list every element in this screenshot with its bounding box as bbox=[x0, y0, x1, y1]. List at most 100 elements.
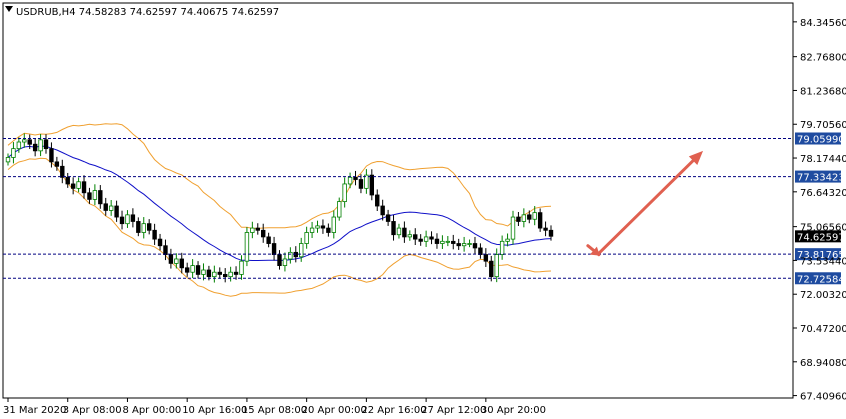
candle-body bbox=[119, 216, 125, 225]
up-arrow-shaft bbox=[598, 159, 695, 254]
candle-body bbox=[27, 139, 32, 145]
candle-body bbox=[489, 260, 494, 278]
candle bbox=[65, 172, 70, 188]
candle-body bbox=[244, 232, 250, 262]
candle-body bbox=[22, 139, 27, 143]
candle-body bbox=[87, 192, 92, 200]
candle-body bbox=[108, 205, 114, 211]
time-tick-label: 30 Apr 20:00 bbox=[481, 405, 546, 416]
candle bbox=[516, 211, 521, 227]
candle-body bbox=[364, 174, 369, 189]
candle-body bbox=[141, 223, 146, 233]
candle bbox=[179, 252, 184, 274]
candle-body bbox=[179, 258, 184, 269]
price-tick-label: 84.34560 bbox=[800, 18, 846, 29]
candle-body bbox=[103, 203, 108, 211]
candle-body bbox=[418, 238, 423, 242]
candle bbox=[407, 230, 413, 241]
candle bbox=[222, 268, 228, 283]
price-tick-label: 68.94080 bbox=[800, 358, 846, 369]
candle-body bbox=[65, 176, 70, 185]
candle-body bbox=[543, 227, 548, 231]
candle-body bbox=[174, 258, 179, 264]
candle bbox=[125, 210, 130, 228]
candle bbox=[304, 226, 309, 249]
candle-body bbox=[483, 254, 489, 262]
candle bbox=[445, 236, 451, 247]
candle-body bbox=[261, 229, 266, 238]
candle bbox=[353, 170, 358, 186]
candle bbox=[184, 262, 190, 277]
candle-body bbox=[369, 174, 375, 196]
candle bbox=[146, 219, 152, 235]
candle bbox=[391, 214, 396, 241]
candle-body bbox=[11, 148, 16, 158]
candle bbox=[320, 219, 326, 234]
candle-body bbox=[527, 214, 532, 220]
candle-body bbox=[212, 271, 217, 278]
candle-body bbox=[434, 238, 440, 244]
candle bbox=[434, 233, 440, 249]
candle bbox=[76, 177, 81, 193]
candle-body bbox=[163, 245, 168, 255]
price-tick-label: 72.00320 bbox=[800, 290, 846, 301]
price-tick-label: 73.53440 bbox=[800, 256, 846, 267]
candle bbox=[494, 248, 499, 283]
candle-body bbox=[521, 214, 527, 222]
candle-body bbox=[375, 194, 380, 207]
candle-body bbox=[54, 161, 60, 167]
time-tick-label: 20 Apr 00:00 bbox=[302, 405, 367, 416]
current-price-label: 74.62597 bbox=[797, 232, 845, 243]
candle-body bbox=[130, 214, 136, 222]
candle bbox=[157, 233, 163, 251]
candle bbox=[98, 185, 103, 209]
symbol-dropdown-icon[interactable] bbox=[5, 6, 13, 12]
candle-body bbox=[461, 243, 467, 247]
price-axis: 84.34560 82.76800 81.23680 79.70560 78.17440… bbox=[793, 18, 846, 403]
candle-body bbox=[516, 216, 521, 222]
candle bbox=[331, 210, 336, 239]
candle-body bbox=[233, 271, 239, 275]
candle bbox=[472, 236, 478, 254]
candle-body bbox=[201, 269, 206, 275]
candle bbox=[423, 230, 429, 247]
candle bbox=[108, 199, 114, 216]
candle-body bbox=[304, 232, 309, 244]
candle-body bbox=[43, 139, 49, 150]
upper-band-line bbox=[7, 123, 552, 229]
time-axis: 31 Mar 20203 Apr 08:00 8 Apr 00:00 10 Apr … bbox=[3, 398, 546, 416]
candle bbox=[32, 138, 38, 157]
candle bbox=[190, 259, 195, 279]
candle bbox=[385, 209, 391, 226]
candle bbox=[266, 232, 271, 248]
candle-body bbox=[282, 258, 288, 266]
candle bbox=[60, 159, 65, 184]
price-tick-label: 70.47200 bbox=[800, 324, 846, 335]
candle bbox=[326, 223, 331, 237]
candle bbox=[282, 252, 288, 272]
time-tick-label: 15 Apr 08:00 bbox=[242, 405, 307, 416]
candle-body bbox=[532, 212, 537, 220]
price-tick-label: 82.76800 bbox=[800, 53, 846, 64]
price-chart[interactable]: USDRUB,H4 74.58283 74.62597 74.40675 74.… bbox=[0, 0, 846, 419]
candle-body bbox=[451, 240, 456, 244]
candle-body bbox=[184, 267, 190, 273]
candle-body bbox=[358, 179, 364, 189]
candle bbox=[168, 248, 174, 269]
candle-body bbox=[353, 176, 358, 180]
candle bbox=[537, 208, 543, 232]
candle-body bbox=[309, 227, 315, 233]
candle-body bbox=[98, 190, 103, 205]
candle bbox=[114, 200, 119, 222]
candle-body bbox=[81, 181, 87, 194]
candle-body bbox=[320, 225, 326, 229]
candle bbox=[505, 233, 510, 247]
candle-body bbox=[429, 236, 434, 240]
candle bbox=[152, 223, 157, 245]
candle-body bbox=[467, 243, 472, 245]
candle-body bbox=[548, 229, 554, 237]
plot-area-frame bbox=[2, 2, 794, 399]
candle bbox=[228, 266, 233, 282]
current-price-marker: 74.62597 bbox=[795, 230, 845, 243]
candle bbox=[87, 187, 92, 204]
